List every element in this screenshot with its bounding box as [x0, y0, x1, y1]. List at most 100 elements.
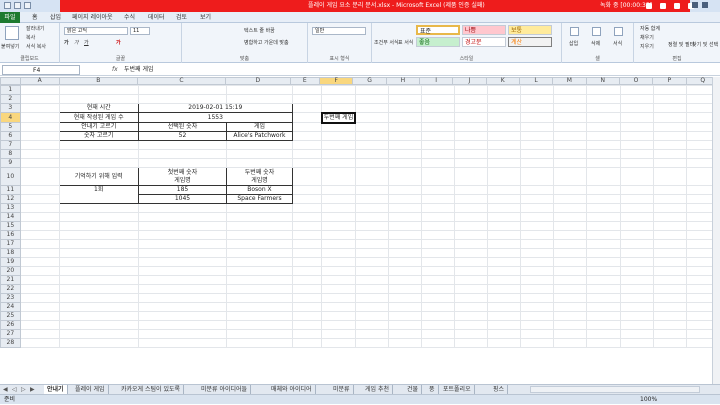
grid-cell[interactable] — [553, 338, 588, 348]
grid-cell[interactable] — [454, 203, 489, 213]
grid-cell[interactable] — [291, 311, 323, 321]
grid-cell[interactable] — [388, 158, 423, 168]
grid-cell[interactable] — [520, 293, 555, 303]
grid-cell[interactable] — [291, 221, 323, 231]
grid-cell[interactable] — [553, 85, 588, 95]
grid-cell[interactable] — [291, 257, 323, 267]
grid-cell[interactable] — [553, 320, 588, 330]
grid-cell[interactable] — [321, 320, 356, 330]
grid-cell[interactable] — [137, 221, 228, 231]
grid-cell[interactable] — [137, 284, 228, 294]
grid-cell[interactable] — [487, 320, 522, 330]
pause-icon[interactable] — [646, 3, 652, 9]
grid-cell[interactable] — [553, 257, 588, 267]
grid-cell[interactable] — [520, 266, 555, 276]
row-header[interactable]: 27 — [0, 329, 21, 339]
grid-cell[interactable] — [553, 329, 588, 339]
grid-cell[interactable] — [553, 131, 588, 141]
grid-cell[interactable] — [58, 230, 139, 240]
grid-cell[interactable] — [520, 85, 555, 95]
clear-button[interactable]: 지우기 — [640, 43, 654, 50]
grid-cell[interactable] — [291, 302, 323, 312]
grid-cell[interactable] — [553, 185, 588, 195]
conditional-format-button[interactable]: 조건부 서식 — [374, 39, 399, 46]
grid-cell[interactable] — [321, 185, 356, 195]
row-header[interactable]: 10 — [0, 167, 21, 186]
grid-cell[interactable] — [19, 122, 60, 132]
grid-cell[interactable] — [421, 112, 456, 123]
grid-cell[interactable] — [291, 230, 323, 240]
grid-cell[interactable] — [520, 338, 555, 348]
undo-icon[interactable] — [14, 2, 21, 9]
grid-cell[interactable] — [388, 293, 423, 303]
wrap-text-button[interactable]: 텍스트 줄 바꿈 — [244, 27, 275, 34]
row-header[interactable]: 6 — [0, 131, 21, 141]
insert-cells-icon[interactable] — [570, 27, 579, 36]
grid-cell[interactable] — [652, 140, 687, 150]
grid-cell[interactable] — [321, 266, 356, 276]
grid-cell[interactable] — [520, 230, 555, 240]
tab-data[interactable]: 데이터 — [148, 12, 165, 23]
grid-cell[interactable] — [421, 275, 456, 285]
grid-cell[interactable] — [19, 266, 60, 276]
grid-cell[interactable] — [619, 158, 654, 168]
tab-review[interactable]: 검토 — [176, 12, 187, 23]
save-icon[interactable] — [4, 2, 11, 9]
grid-cell[interactable] — [652, 122, 687, 132]
copy-button[interactable]: 복사 — [26, 34, 35, 41]
tab-view[interactable]: 보기 — [200, 12, 211, 23]
grid-cell[interactable] — [19, 275, 60, 285]
grid-cell[interactable] — [487, 338, 522, 348]
grid-cell[interactable] — [487, 329, 522, 339]
grid-cell[interactable] — [520, 122, 555, 132]
grid-cell[interactable] — [321, 158, 356, 168]
grid-cell[interactable] — [553, 149, 588, 159]
grid-cell[interactable] — [137, 149, 228, 159]
grid-cell[interactable] — [520, 140, 555, 150]
grid-cell[interactable] — [354, 112, 390, 123]
grid-cell[interactable] — [586, 311, 621, 321]
grid-cell[interactable] — [652, 275, 687, 285]
grid-cell[interactable] — [520, 221, 555, 231]
grid-cell[interactable] — [388, 230, 423, 240]
last-sheet-icon[interactable]: ▶ — [30, 386, 35, 393]
grid-cell[interactable] — [321, 302, 356, 312]
grid-cell[interactable] — [520, 94, 555, 104]
grid-cell[interactable] — [226, 94, 293, 104]
grid-cell[interactable] — [291, 167, 323, 186]
grid-cell[interactable] — [454, 131, 489, 141]
grid-cell[interactable] — [520, 194, 555, 204]
autosum-button[interactable]: 자동 합계 — [640, 25, 660, 32]
grid-cell[interactable] — [454, 221, 489, 231]
grid-cell[interactable] — [388, 311, 423, 321]
grid-cell[interactable] — [619, 302, 654, 312]
grid-cell[interactable] — [291, 122, 323, 132]
grid-cell[interactable] — [586, 185, 621, 195]
grid-cell[interactable] — [226, 311, 293, 321]
grid-cell[interactable] — [226, 149, 293, 159]
row-header[interactable]: 18 — [0, 248, 21, 258]
sheet-tab-active[interactable]: 안내기 — [44, 385, 68, 394]
grid-cell[interactable] — [321, 103, 356, 113]
row-header[interactable]: 26 — [0, 320, 21, 330]
camera-icon[interactable] — [660, 3, 666, 9]
font-name-combo[interactable]: 맑은 고딕 — [64, 27, 128, 35]
grid-cell[interactable] — [388, 185, 423, 195]
grid-cell[interactable] — [520, 149, 555, 159]
table-format-button[interactable]: 표 서식 — [398, 39, 413, 46]
grid-cell[interactable] — [354, 239, 390, 249]
sheet-tab[interactable]: 미분류 아이디어들 — [198, 385, 252, 394]
grid-cell[interactable] — [388, 103, 423, 113]
row-header[interactable]: 15 — [0, 221, 21, 231]
row-header[interactable]: 2 — [0, 94, 21, 104]
grid-cell[interactable] — [421, 221, 456, 231]
grid-cell[interactable] — [454, 167, 489, 186]
grid-cell[interactable] — [553, 284, 588, 294]
grid-cell[interactable] — [58, 212, 139, 222]
grid-cell[interactable] — [586, 257, 621, 267]
grid-cell[interactable] — [137, 320, 228, 330]
grid-cell[interactable] — [321, 167, 356, 186]
grid-cell[interactable] — [619, 230, 654, 240]
grid-cell[interactable] — [652, 248, 687, 258]
grid-cell[interactable] — [291, 329, 323, 339]
